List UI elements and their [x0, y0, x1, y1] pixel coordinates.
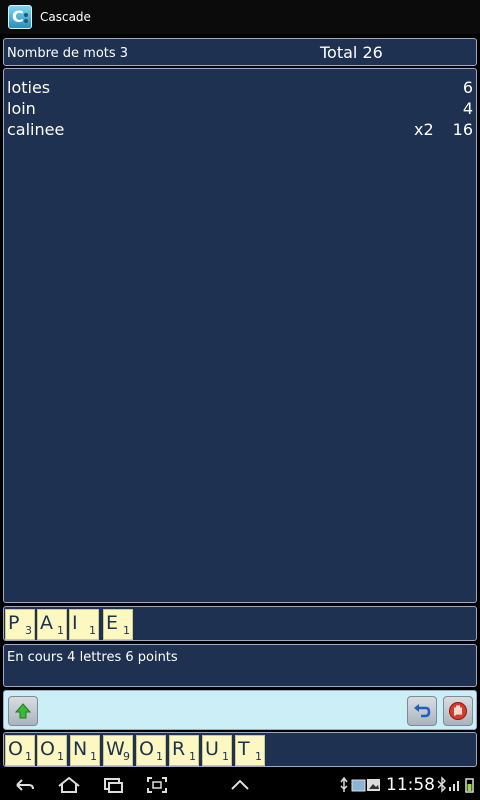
tile-value: 1	[57, 624, 64, 637]
tile-letter: P	[8, 612, 20, 634]
tile-value: 9	[123, 750, 130, 763]
tile-value: 1	[90, 750, 97, 763]
current-tile[interactable]: I 1	[69, 609, 99, 640]
tile-letter: R	[172, 738, 186, 760]
status-panel: En cours 4 lettres 6 points	[3, 644, 477, 687]
status-text: En cours 4 lettres 6 points	[7, 650, 178, 665]
current-word-tiles: P 3 A 1 I 1 E 1	[3, 606, 477, 641]
undo-button[interactable]	[407, 696, 437, 726]
word-list: loties 6 loin 4 calinee x2 16	[3, 68, 477, 603]
word-count-label: Nombre de mots 3	[7, 46, 129, 61]
tile-value: 1	[222, 750, 229, 763]
tile-value: 1	[89, 624, 96, 637]
current-tile[interactable]: E 1	[103, 609, 133, 640]
tile-letter: O	[40, 738, 55, 760]
tile-value: 1	[123, 624, 130, 637]
tile-letter: O	[139, 738, 154, 760]
tile-letter: N	[73, 738, 88, 760]
tile-letter: U	[205, 738, 219, 760]
action-toolbar	[3, 690, 477, 730]
undo-icon	[414, 704, 431, 718]
system-nav-bar: 11:58	[0, 770, 480, 800]
submit-word-button[interactable]	[8, 696, 38, 726]
tile-value: 1	[255, 750, 262, 763]
tile-letter: E	[106, 612, 119, 634]
rack-tile[interactable]: R 1	[169, 735, 199, 766]
word-multiplier: x2	[414, 120, 434, 139]
tile-letter: A	[40, 612, 53, 634]
stop-button[interactable]	[443, 696, 473, 726]
tile-value: 3	[25, 624, 32, 637]
word-text: calinee	[7, 120, 65, 139]
letter-rack: O 1 O 1 N 1 W 9 O 1 R 1 U 1 T 1	[3, 732, 477, 767]
word-points: 16	[452, 120, 473, 139]
current-tile[interactable]: A 1	[37, 609, 67, 640]
word-row[interactable]: loties 6	[4, 73, 476, 97]
tile-letter: I	[72, 612, 78, 634]
score-header: Nombre de mots 3 Total 26	[3, 38, 477, 66]
chevron-up-icon[interactable]	[229, 776, 251, 794]
tile-value: 1	[57, 750, 64, 763]
rack-tile[interactable]: U 1	[202, 735, 232, 766]
recent-apps-icon[interactable]	[101, 776, 125, 794]
current-tile[interactable]: P 3	[5, 609, 35, 640]
arrow-up-icon	[14, 703, 32, 719]
notification-icons	[340, 776, 380, 792]
app-title-bar: C Cascade	[0, 0, 480, 34]
tile-value: 1	[156, 750, 163, 763]
rack-tile[interactable]: T 1	[235, 735, 265, 766]
tile-value: 1	[25, 750, 32, 763]
rack-tile[interactable]: O 1	[37, 735, 67, 766]
word-row[interactable]: loin 4	[4, 94, 476, 118]
status-icons	[437, 776, 474, 793]
tile-letter: O	[8, 738, 23, 760]
tile-letter: W	[106, 738, 125, 760]
stop-hand-icon	[449, 702, 467, 720]
tile-letter: T	[238, 738, 250, 760]
screenshot-icon[interactable]	[146, 776, 168, 794]
clock: 11:58	[386, 775, 435, 795]
word-row[interactable]: calinee x2 16	[4, 115, 476, 139]
rack-tile[interactable]: O 1	[5, 735, 35, 766]
tile-value: 1	[189, 750, 196, 763]
rack-tile[interactable]: N 1	[70, 735, 100, 766]
back-icon[interactable]	[12, 776, 36, 794]
rack-tile[interactable]: W 9	[103, 735, 133, 766]
app-icon: C	[8, 5, 32, 29]
app-title: Cascade	[40, 10, 91, 24]
total-score-label: Total 26	[320, 43, 383, 62]
rack-tile[interactable]: O 1	[136, 735, 166, 766]
home-icon[interactable]	[56, 776, 82, 794]
